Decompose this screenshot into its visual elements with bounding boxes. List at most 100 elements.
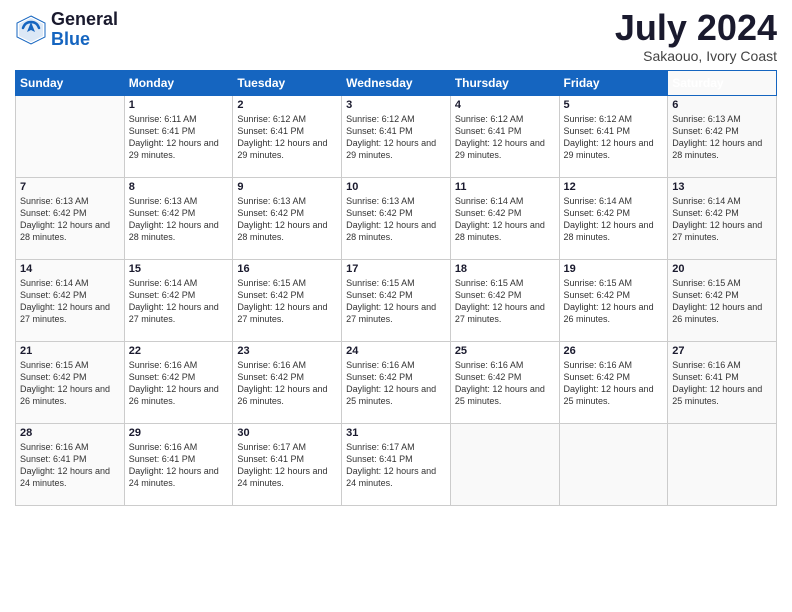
daylight-text: Daylight: 12 hours and 24 minutes. [237,466,327,488]
sunrise-text: Sunrise: 6:15 AM [455,278,524,288]
daylight-text: Daylight: 12 hours and 28 minutes. [672,138,762,160]
calendar-cell: 23Sunrise: 6:16 AMSunset: 6:42 PMDayligh… [233,342,342,424]
daylight-text: Daylight: 12 hours and 27 minutes. [672,220,762,242]
daylight-text: Daylight: 12 hours and 26 minutes. [129,384,219,406]
cell-info: Sunrise: 6:14 AM Sunset: 6:42 PM Daylight:… [455,195,555,244]
daylight-text: Daylight: 12 hours and 25 minutes. [346,384,436,406]
calendar-week-1: 1Sunrise: 6:11 AMSunset: 6:41 PMDaylight… [16,96,777,178]
sunrise-text: Sunrise: 6:16 AM [129,442,198,452]
cell-info: Sunrise: 6:15 AMSunset: 6:42 PMDaylight:… [455,277,555,326]
sunset-text: Sunset: 6:42 PM [129,372,196,382]
cell-info: Sunrise: 6:14 AMSunset: 6:42 PMDaylight:… [20,277,120,326]
sunrise-text: Sunrise: 6:14 AM [564,196,633,206]
day-number: 7 [20,181,120,193]
sunset-text: Sunset: 6:42 PM [455,372,522,382]
cell-info: Sunrise: 6:17 AMSunset: 6:41 PMDaylight:… [346,441,446,490]
sunrise-text: Sunrise: 6:12 AM [564,114,633,124]
cell-info: Sunrise: 6:14 AMSunset: 6:42 PMDaylight:… [672,195,772,244]
sunset-text: Sunset: 6:41 PM [346,126,413,136]
logo-general: General [51,10,118,30]
cell-info: Sunrise: 6:13 AMSunset: 6:42 PMDaylight:… [346,195,446,244]
sunset-text: Sunset: 6:42 PM [455,208,522,218]
sunrise-text: Sunrise: 6:13 AM [20,196,89,206]
sunset-text: Sunset: 6:42 PM [346,208,413,218]
sunset-text: Sunset: 6:42 PM [129,208,196,218]
calendar-cell: 30Sunrise: 6:17 AMSunset: 6:41 PMDayligh… [233,424,342,506]
th-wednesday: Wednesday [342,71,451,96]
calendar-cell [16,96,125,178]
calendar-cell: 15 Sunrise: 6:14 AMSunset: 6:42 PMDayligh… [124,260,233,342]
calendar-cell: 13Sunrise: 6:14 AMSunset: 6:42 PMDayligh… [668,178,777,260]
day-number: 6 [672,99,772,111]
calendar-cell: 16Sunrise: 6:15 AMSunset: 6:42 PMDayligh… [233,260,342,342]
calendar-cell: 31Sunrise: 6:17 AMSunset: 6:41 PMDayligh… [342,424,451,506]
cell-info: Sunrise: 6:16 AMSunset: 6:42 PMDaylight:… [564,359,664,408]
daylight-text: Daylight: 12 hours and 24 minutes. [346,466,436,488]
sunset-text: Sunset: 6:42 PM [672,126,739,136]
sunset-text: Sunset: 6:41 PM [455,126,522,136]
sunset-text: Sunset: 6:41 PM [672,372,739,382]
calendar-cell: 11Sunrise: 6:14 AMSunset: 6:42 PMDayligh… [450,178,559,260]
calendar-week-2: 7Sunrise: 6:13 AMSunset: 6:42 PMDaylight… [16,178,777,260]
daylight-text: Daylight: 12 hours and 25 minutes. [672,384,762,406]
sunrise-text: Sunrise: 6:16 AM [346,360,415,370]
header: General Blue July 2024 Sakaouo, Ivory Co… [15,10,777,64]
sunset-text: Sunset: 6:42 PM [20,290,87,300]
daylight-text: Daylight: 12 hours and 29 minutes. [346,138,436,160]
sunrise-text: Sunrise: 6:14 AM [20,278,89,288]
day-number: 12 [564,181,664,193]
cell-info: Sunrise: 6:13 AMSunset: 6:42 PMDaylight:… [20,195,120,244]
sunset-text: Sunset: 6:42 PM [455,290,522,300]
cell-info: Sunrise: 6:12 AMSunset: 6:41 PMDaylight:… [455,113,555,162]
daylight-text: Daylight: 12 hours and 25 minutes. [455,384,545,406]
calendar-cell: 9Sunrise: 6:13 AMSunset: 6:42 PMDaylight… [233,178,342,260]
daylight-text: Daylight: 12 hours and 25 minutes. [564,384,654,406]
th-tuesday: Tuesday [233,71,342,96]
logo: General Blue [15,10,118,50]
calendar-cell: 17Sunrise: 6:15 AMSunset: 6:42 PMDayligh… [342,260,451,342]
day-number: 23 [237,345,337,357]
cell-info: Sunrise: 6:14 AMSunset: 6:42 PMDaylight:… [564,195,664,244]
cell-info: Sunrise: 6:12 AMSunset: 6:41 PMDaylight:… [564,113,664,162]
calendar-cell: 2Sunrise: 6:12 AMSunset: 6:41 PMDaylight… [233,96,342,178]
calendar-cell: 24Sunrise: 6:16 AMSunset: 6:42 PMDayligh… [342,342,451,424]
sunset-text: Sunset: 6:42 PM [237,290,304,300]
day-number: 3 [346,99,446,111]
sunset-text: Sunset: 6:41 PM [129,126,196,136]
sunset-text: Sunset: 6:42 PM [346,290,413,300]
calendar-cell [559,424,668,506]
day-number: 17 [346,263,446,275]
sunrise-text: Sunrise: 6:13 AM [129,196,198,206]
cell-info: Sunrise: 6:16 AM Sunset: 6:42 PM Daylight:… [455,359,555,408]
th-thursday: Thursday [450,71,559,96]
calendar-cell: 5Sunrise: 6:12 AMSunset: 6:41 PMDaylight… [559,96,668,178]
sunrise-text: Sunrise: 6:16 AM [672,360,741,370]
cell-info: Sunrise: 6:14 AMSunset: 6:42 PMDaylight:… [129,277,229,326]
cell-info: Sunrise: 6:15 AMSunset: 6:42 PMDaylight:… [237,277,337,326]
logo-text: General Blue [51,10,118,50]
calendar-table: Sunday Monday Tuesday Wednesday Thursday… [15,70,777,506]
day-number: 9 [237,181,337,193]
logo-icon [15,14,47,46]
th-monday: Monday [124,71,233,96]
sunrise-text: Sunrise: 6:16 AM [237,360,306,370]
day-number: 19 [564,263,664,275]
day-number: 29 [129,427,229,439]
sunrise-text: Sunrise: 6:16 AM [20,442,89,452]
sunrise-text: Sunrise: 6:16 AM [455,360,524,370]
daylight-text: Daylight: 12 hours and 28 minutes. [455,220,545,242]
day-number: 15 [129,263,229,275]
logo-blue: Blue [51,30,118,50]
day-number: 4 [455,99,555,111]
calendar-cell: 10Sunrise: 6:13 AMSunset: 6:42 PMDayligh… [342,178,451,260]
daylight-text: Daylight: 12 hours and 26 minutes. [237,384,327,406]
daylight-text: Daylight: 12 hours and 28 minutes. [237,220,327,242]
sunrise-text: Sunrise: 6:14 AM [129,278,198,288]
sunrise-text: Sunrise: 6:15 AM [672,278,741,288]
cell-info: Sunrise: 6:16 AMSunset: 6:42 PMDaylight:… [129,359,229,408]
sunrise-text: Sunrise: 6:12 AM [237,114,306,124]
sunrise-text: Sunrise: 6:14 AM [455,196,524,206]
cell-info: Sunrise: 6:16 AMSunset: 6:41 PMDaylight:… [129,441,229,490]
calendar-cell: 21Sunrise: 6:15 AMSunset: 6:42 PMDayligh… [16,342,125,424]
sunset-text: Sunset: 6:41 PM [237,126,304,136]
